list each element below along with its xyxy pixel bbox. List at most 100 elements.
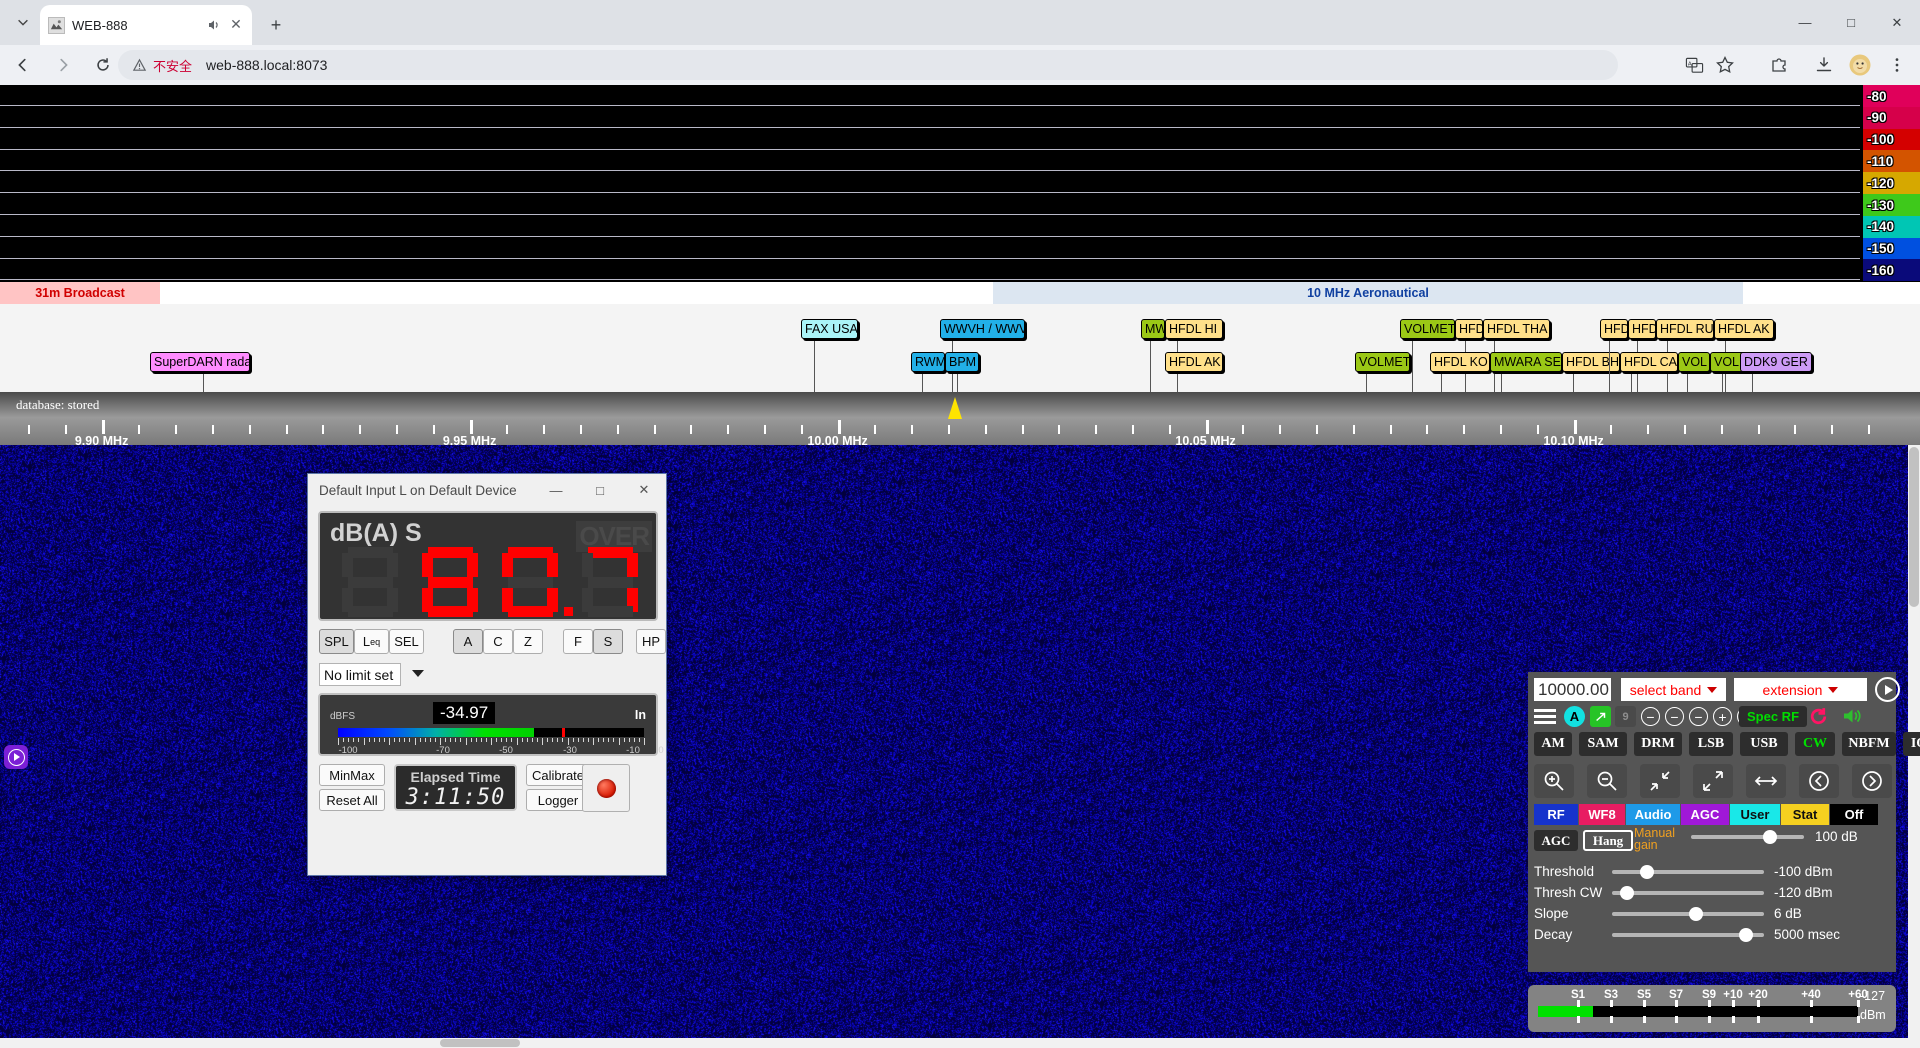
station-label[interactable]: HFDL KO [1430,352,1490,372]
slider-knob[interactable] [1639,865,1654,879]
station-label[interactable]: DDK9 GER [1740,352,1812,372]
bookmark-star-icon[interactable] [1712,52,1738,78]
extension-dropdown[interactable]: extension [1734,678,1867,701]
spl-weighting-c[interactable]: C [483,629,513,654]
mode-button-sam[interactable]: SAM [1579,732,1627,756]
downloads-icon[interactable] [1811,52,1837,78]
band-allocation-block[interactable]: 10 MHz Aeronautical [993,282,1743,304]
slider-knob[interactable] [1763,830,1777,844]
station-label[interactable]: BPM [945,352,979,372]
zoom-max-icon[interactable] [1693,764,1733,798]
spectrum-display[interactable] [0,85,1920,282]
play-circle-icon[interactable] [1875,677,1900,702]
spl-speed-s[interactable]: S [593,629,623,654]
station-label[interactable]: VOLMET [1400,319,1455,339]
station-label[interactable]: HFD [1628,319,1656,339]
station-label[interactable]: VOLMET [1355,352,1410,372]
calibrate-button[interactable]: Calibrate [526,764,590,786]
slider-track-thresh-cw[interactable] [1612,886,1764,900]
pan-icon[interactable] [1746,764,1786,798]
passband-marker[interactable] [944,397,966,419]
tab-close-icon[interactable]: ✕ [228,17,244,33]
spl-close-button[interactable]: ✕ [622,475,666,505]
mode-button-drm[interactable]: DRM [1634,732,1682,756]
reset-all-button[interactable]: Reset All [319,789,385,811]
forward-icon[interactable] [46,48,80,82]
spl-minimize-button[interactable]: — [534,475,578,505]
spl-mode-sel[interactable]: SEL [389,629,424,654]
zoom-step-out-icon[interactable]: − [1689,707,1708,726]
spl-weighting-z[interactable]: Z [513,629,543,654]
station-label[interactable]: SuperDARN radar [150,352,250,372]
window-minimize-button[interactable]: — [1782,0,1828,45]
panel-tab-wf8[interactable]: WF8 [1579,804,1625,825]
panel-tab-agc[interactable]: AGC [1681,804,1729,825]
badge-antenna[interactable]: A [1564,706,1585,727]
back-icon[interactable] [6,48,40,82]
panel-tab-audio[interactable]: Audio [1626,804,1680,825]
spl-highpass-button[interactable]: HP [636,629,666,654]
station-label[interactable]: HFD [1455,319,1483,339]
spec-rf-button[interactable]: Spec RF [1739,706,1808,727]
refresh-icon[interactable] [1808,706,1829,733]
mode-button-am[interactable]: AM [1534,732,1572,756]
panel-tab-stat[interactable]: Stat [1781,804,1829,825]
browser-tab[interactable]: WEB-888 ✕ [40,5,252,45]
hamburger-icon[interactable] [1534,709,1556,725]
station-label[interactable]: HFDL THA [1483,319,1550,339]
mode-button-cw[interactable]: CW [1795,732,1835,756]
station-label[interactable]: WWVH / WWV [940,319,1025,339]
mode-button-lsb[interactable]: LSB [1689,732,1733,756]
profile-avatar[interactable] [1847,52,1873,78]
slider-track-slope[interactable] [1612,907,1764,921]
trend-up-icon[interactable] [1590,706,1611,727]
station-label[interactable]: HFDL HI [1165,319,1223,339]
zoom-to-fit-icon[interactable] [1640,764,1680,798]
station-label[interactable]: HFDL CA [1620,352,1678,372]
station-label[interactable]: MWARA SEA [1490,352,1562,372]
mode-button-nbfm[interactable]: NBFM [1842,732,1896,756]
mode-button-iq[interactable]: IQ [1903,732,1920,756]
band-allocation-block[interactable]: 31m Broadcast [0,282,160,304]
mode-button-usb[interactable]: USB [1740,732,1788,756]
slider-knob[interactable] [1620,886,1635,900]
tab-audio-icon[interactable] [205,17,221,33]
spl-speed-f[interactable]: F [563,629,593,654]
horizontal-scrollbar[interactable] [0,1038,1908,1048]
next-icon[interactable] [1852,764,1892,798]
chrome-menu-icon[interactable] [1884,52,1910,78]
station-label[interactable]: FAX USA [801,319,858,339]
station-label[interactable]: MW [1141,319,1165,339]
window-maximize-button[interactable]: □ [1828,0,1874,45]
spl-mode-leq[interactable]: Leq [354,629,389,654]
hang-toggle-button[interactable]: Hang [1583,830,1633,851]
station-label[interactable]: HFDL AK [1165,352,1223,372]
logger-button[interactable]: Logger [526,789,590,811]
station-label[interactable]: VOL [1678,352,1710,372]
spl-weighting-a[interactable]: A [453,629,483,654]
audio-play-button[interactable] [4,745,28,769]
speaker-icon[interactable] [1842,706,1864,732]
panel-tab-user[interactable]: User [1730,804,1780,825]
agc-toggle-button[interactable]: AGC [1534,830,1578,851]
limit-select-chevron-down-icon[interactable] [412,670,424,677]
tab-search-icon[interactable] [8,7,38,37]
station-label[interactable]: RWM [911,352,945,372]
zoom-in-icon[interactable] [1534,764,1574,798]
zoom-out-icon[interactable] [1587,764,1627,798]
zoom-step-in-icon[interactable]: + [1713,707,1732,726]
slider-knob[interactable] [1738,928,1753,942]
extensions-icon[interactable] [1766,52,1792,78]
limit-select[interactable]: No limit set [319,663,401,686]
translate-icon[interactable]: A [1681,52,1707,78]
slider-track-decay[interactable] [1612,928,1764,942]
address-bar[interactable]: 不安全 web-888.local:8073 [118,50,1618,80]
minmax-button[interactable]: MinMax [319,764,385,786]
prev-icon[interactable] [1799,764,1839,798]
record-button[interactable] [582,764,630,812]
zoom-step-out-icon[interactable]: − [1641,707,1660,726]
station-label[interactable]: HFDL RU [1656,319,1714,339]
scrollbar-thumb[interactable] [440,1039,520,1047]
reload-icon[interactable] [86,48,120,82]
spl-mode-spl[interactable]: SPL [319,629,354,654]
